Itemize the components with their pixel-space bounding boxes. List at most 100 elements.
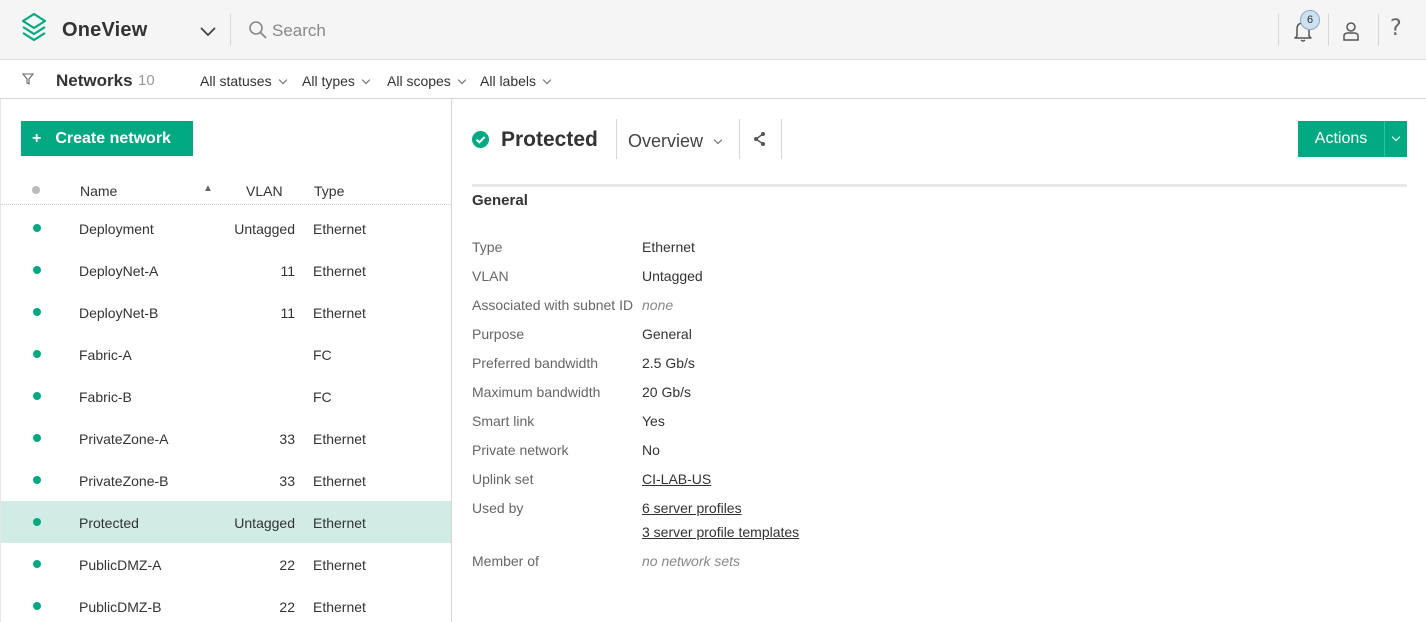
top-bar: OneView 6 ? xyxy=(0,0,1426,60)
table-row[interactable]: Fabric-B FC xyxy=(1,375,451,417)
table-row[interactable]: PublicDMZ-A 22 Ethernet xyxy=(1,543,451,585)
property-label: Type xyxy=(472,239,503,255)
property-value: Yes xyxy=(642,413,665,429)
property-label: Preferred bandwidth xyxy=(472,355,599,371)
network-name: Protected xyxy=(79,515,139,531)
network-type: Ethernet xyxy=(313,305,366,321)
help-icon[interactable]: ? xyxy=(1390,16,1402,41)
network-type: Ethernet xyxy=(313,221,366,237)
filter-label: All statuses xyxy=(200,73,272,89)
chevron-down-icon xyxy=(457,75,467,84)
network-name: PrivateZone-B xyxy=(79,473,169,489)
property-label: Member of xyxy=(472,553,539,569)
table-row[interactable]: DeployNet-A 11 Ethernet xyxy=(1,249,451,291)
property-type: Type Ethernet xyxy=(472,239,1172,268)
filter-scopes[interactable]: All scopes xyxy=(387,73,467,89)
network-name: Fabric-B xyxy=(79,389,132,405)
status-ok-icon xyxy=(33,392,41,400)
status-ok-icon xyxy=(33,434,41,442)
uplink-set-link[interactable]: CI-LAB-US xyxy=(642,471,711,487)
app-menu-button[interactable] xyxy=(196,20,220,44)
property-member-of: Member of no network sets xyxy=(472,553,1172,582)
create-network-button[interactable]: + Create network xyxy=(21,121,193,156)
property-used-by: Used by 6 server profiles 3 server profile… xyxy=(472,500,1172,553)
filter-bar: Networks 10 All statuses All types All s… xyxy=(0,60,1426,99)
actions-button[interactable]: Actions xyxy=(1298,121,1407,157)
server-profile-templates-link[interactable]: 3 server profile templates xyxy=(642,524,799,540)
property-smart-link: Smart link Yes xyxy=(472,413,1172,442)
network-vlan: 11 xyxy=(280,263,295,279)
divider xyxy=(230,14,231,46)
status-ok-icon xyxy=(33,350,41,358)
filter-statuses[interactable]: All statuses xyxy=(200,73,287,89)
plus-icon: + xyxy=(32,129,42,147)
filter-label: All scopes xyxy=(387,73,451,89)
network-name: DeployNet-B xyxy=(79,305,159,321)
filter-label: All labels xyxy=(480,73,537,89)
filter-types[interactable]: All types xyxy=(302,73,371,89)
actions-dropdown[interactable] xyxy=(1385,121,1407,157)
chevron-down-icon xyxy=(200,27,216,37)
search-icon xyxy=(249,21,267,39)
network-vlan: 11 xyxy=(280,305,295,321)
network-type: Ethernet xyxy=(313,599,366,615)
server-profiles-link[interactable]: 6 server profiles xyxy=(642,500,742,516)
table-row[interactable]: PrivateZone-A 33 Ethernet xyxy=(1,417,451,459)
network-type: Ethernet xyxy=(313,515,366,531)
divider xyxy=(1378,14,1379,46)
search-input[interactable] xyxy=(272,16,872,46)
network-type: Ethernet xyxy=(313,473,366,489)
page-title: Protected xyxy=(501,128,598,151)
property-label: Purpose xyxy=(472,326,525,342)
table-row-selected[interactable]: Protected Untagged Ethernet xyxy=(1,501,451,543)
table-row[interactable]: DeployNet-B 11 Ethernet xyxy=(1,291,451,333)
actions-label: Actions xyxy=(1314,130,1368,147)
user-icon[interactable] xyxy=(1340,20,1362,42)
map-view-icon[interactable] xyxy=(752,131,768,147)
network-name: DeployNet-A xyxy=(79,263,159,279)
network-vlan: 33 xyxy=(279,431,295,447)
status-column-icon[interactable] xyxy=(32,186,40,194)
divider xyxy=(616,119,617,159)
sort-ascending-icon[interactable]: ▲ xyxy=(203,183,213,194)
property-value: Ethernet xyxy=(642,239,695,255)
filter-label: All types xyxy=(302,73,355,89)
property-value: Untagged xyxy=(642,268,703,284)
property-vlan: VLAN Untagged xyxy=(472,268,1172,297)
property-label: Smart link xyxy=(472,413,535,429)
filter-icon[interactable] xyxy=(22,73,34,85)
property-list: Type Ethernet VLAN Untagged Associated wit… xyxy=(472,239,1172,582)
table-row[interactable]: PrivateZone-B 33 Ethernet xyxy=(1,459,451,501)
table-row[interactable]: Fabric-A FC xyxy=(1,333,451,375)
network-name: Deployment xyxy=(79,221,154,237)
view-selector[interactable]: Overview xyxy=(628,131,723,152)
property-value: no network sets xyxy=(642,553,741,569)
status-ok-icon xyxy=(33,308,41,316)
status-ok-icon xyxy=(33,266,41,274)
status-ok-icon xyxy=(472,131,489,148)
divider xyxy=(1278,14,1279,46)
chevron-down-icon xyxy=(713,135,723,145)
network-type: Ethernet xyxy=(313,263,366,279)
property-preferred-bandwidth: Preferred bandwidth 2.5 Gb/s xyxy=(472,355,1172,384)
property-value: 2.5 Gb/s xyxy=(642,355,695,371)
app-logo[interactable] xyxy=(20,12,48,48)
network-type: Ethernet xyxy=(313,557,366,573)
column-header-vlan[interactable]: VLAN xyxy=(246,183,283,199)
list-header: Name ▲ VLAN Type xyxy=(1,177,451,205)
table-row[interactable]: PublicDMZ-B 22 Ethernet xyxy=(1,585,451,622)
column-header-name[interactable]: Name xyxy=(80,183,117,199)
section-divider xyxy=(472,184,1407,187)
property-label: Private network xyxy=(472,442,569,458)
network-name: PublicDMZ-B xyxy=(79,599,162,615)
table-row[interactable]: Deployment Untagged Ethernet xyxy=(1,207,451,249)
network-vlan: 33 xyxy=(279,473,295,489)
divider xyxy=(781,119,782,159)
notification-badge: 6 xyxy=(1300,10,1320,30)
section-title: General xyxy=(472,192,528,209)
detail-header: Protected Overview Actions xyxy=(472,119,1407,159)
column-header-type[interactable]: Type xyxy=(314,183,344,199)
network-type: Ethernet xyxy=(313,431,366,447)
filter-labels[interactable]: All labels xyxy=(480,73,552,89)
app-title[interactable]: OneView xyxy=(62,19,148,42)
